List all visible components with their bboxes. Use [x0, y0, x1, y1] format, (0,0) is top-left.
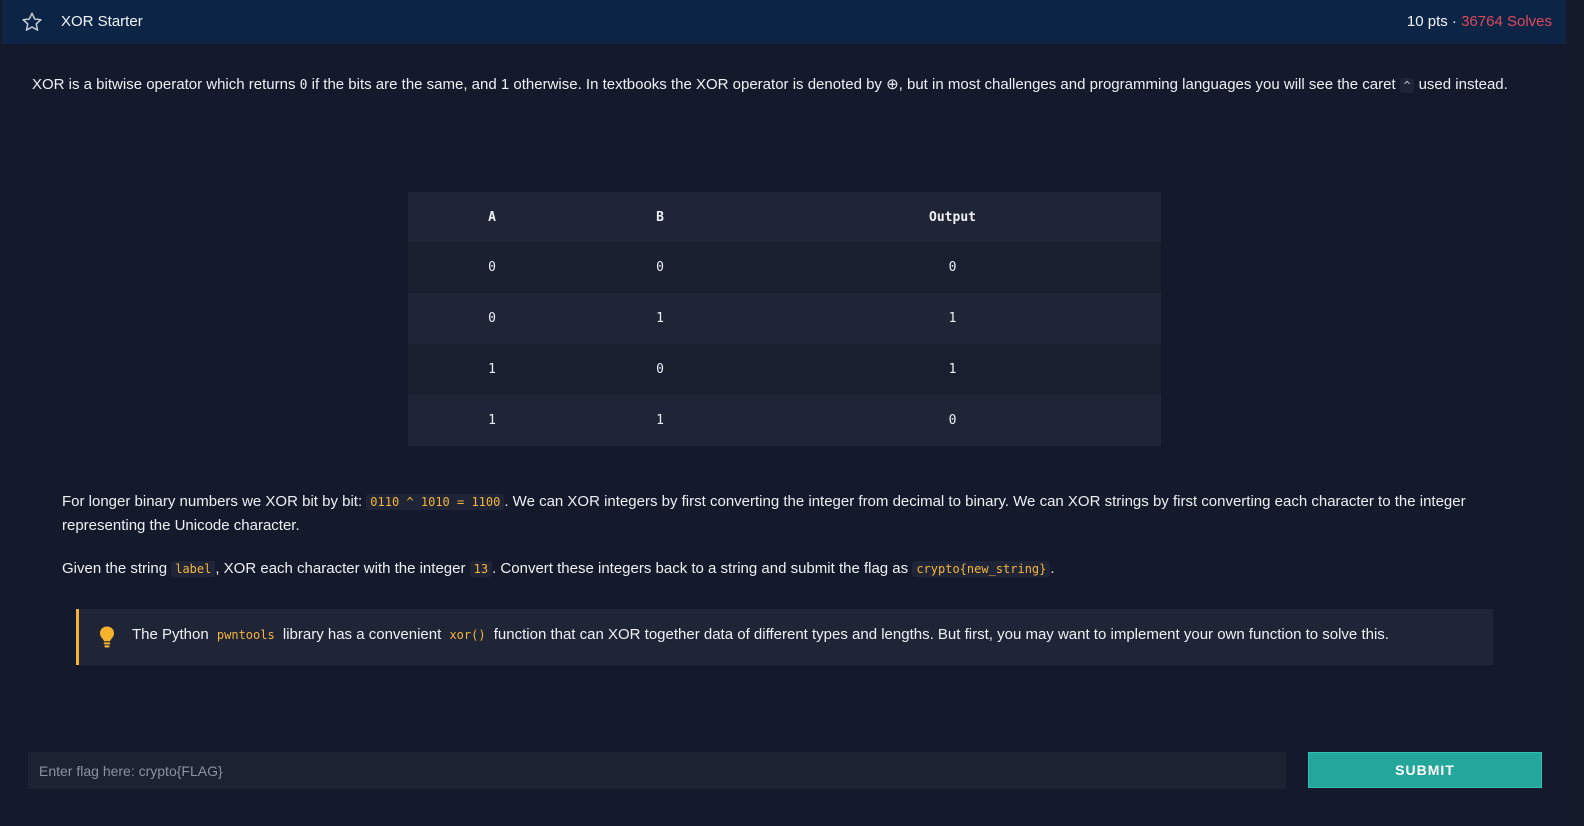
table-cell: 0	[408, 293, 576, 344]
hint-text: The Python pwntools library has a conven…	[132, 626, 1389, 643]
intro-text-2: if the bits are the same, and 1 otherwis…	[307, 76, 1400, 93]
hint-box: The Python pwntools library has a conven…	[76, 609, 1493, 665]
challenge-header[interactable]: XOR Starter 10 pts · 36764 Solves	[2, 0, 1566, 44]
table-cell: 1	[576, 293, 744, 344]
table-cell: 1	[576, 395, 744, 446]
solves-count: 36764 Solves	[1461, 13, 1552, 30]
challenge-intro: XOR is a bitwise operator which returns …	[32, 74, 1542, 97]
table-header-a: A	[408, 192, 576, 242]
challenge-score: 10 pts · 36764 Solves	[1407, 13, 1552, 30]
para2-text-3: . Convert these integers back to a strin…	[492, 560, 913, 577]
hint-text-2: library has a convenient	[278, 626, 446, 643]
para2-text-4: .	[1050, 560, 1055, 577]
points-value: 10 pts	[1406, 13, 1448, 30]
table-row: 1 1 0	[408, 395, 1161, 446]
table-cell: 1	[408, 395, 576, 446]
xor-truth-table: A B Output 0 0 0 0 1 1 1 0 1 1 1 0	[408, 192, 1161, 446]
table-cell: 1	[744, 344, 1161, 395]
table-header-row: A B Output	[408, 192, 1161, 242]
task-paragraph: Given the string label, XOR each charact…	[62, 557, 1512, 581]
flag-input[interactable]	[28, 752, 1286, 789]
table-cell: 0	[408, 242, 576, 293]
para2-text-2: , XOR each character with the integer	[215, 560, 470, 577]
binary-example-code: 0110 ^ 1010 = 1100	[366, 494, 505, 510]
binary-xor-paragraph: For longer binary numbers we XOR bit by …	[62, 490, 1512, 537]
para2-text-1: Given the string	[62, 560, 172, 577]
table-cell: 1	[744, 293, 1161, 344]
flag-format-code: crypto{new_string}	[912, 561, 1051, 577]
separator: ·	[1451, 13, 1457, 30]
table-row: 0 0 0	[408, 242, 1161, 293]
lightbulb-icon	[100, 626, 114, 648]
table-cell: 0	[744, 395, 1161, 446]
hint-text-3: function that can XOR together data of d…	[489, 626, 1389, 643]
intro-text-1: XOR is a bitwise operator which returns	[32, 76, 300, 93]
integer-code: 13	[469, 561, 493, 577]
table-cell: 0	[744, 242, 1161, 293]
star-icon[interactable]	[21, 11, 43, 33]
pwntools-code: pwntools	[212, 627, 279, 643]
label-code: label	[171, 561, 216, 577]
table-cell: 0	[576, 344, 744, 395]
intro-text-3: used instead.	[1414, 76, 1508, 93]
table-header-output: Output	[744, 192, 1161, 242]
table-cell: 0	[576, 242, 744, 293]
caret-code: ^	[1399, 78, 1415, 93]
table-header-b: B	[576, 192, 744, 242]
xor-function-code: xor()	[445, 627, 490, 643]
hint-text-1: The Python	[132, 626, 213, 643]
table-row: 1 0 1	[408, 344, 1161, 395]
para1-text-1: For longer binary numbers we XOR bit by …	[62, 493, 367, 510]
table-row: 0 1 1	[408, 293, 1161, 344]
challenge-panel: XOR Starter 10 pts · 36764 Solves XOR is…	[2, 0, 1566, 826]
submit-button[interactable]: SUBMIT	[1308, 752, 1542, 788]
challenge-title: XOR Starter	[61, 13, 143, 30]
table-cell: 1	[408, 344, 576, 395]
